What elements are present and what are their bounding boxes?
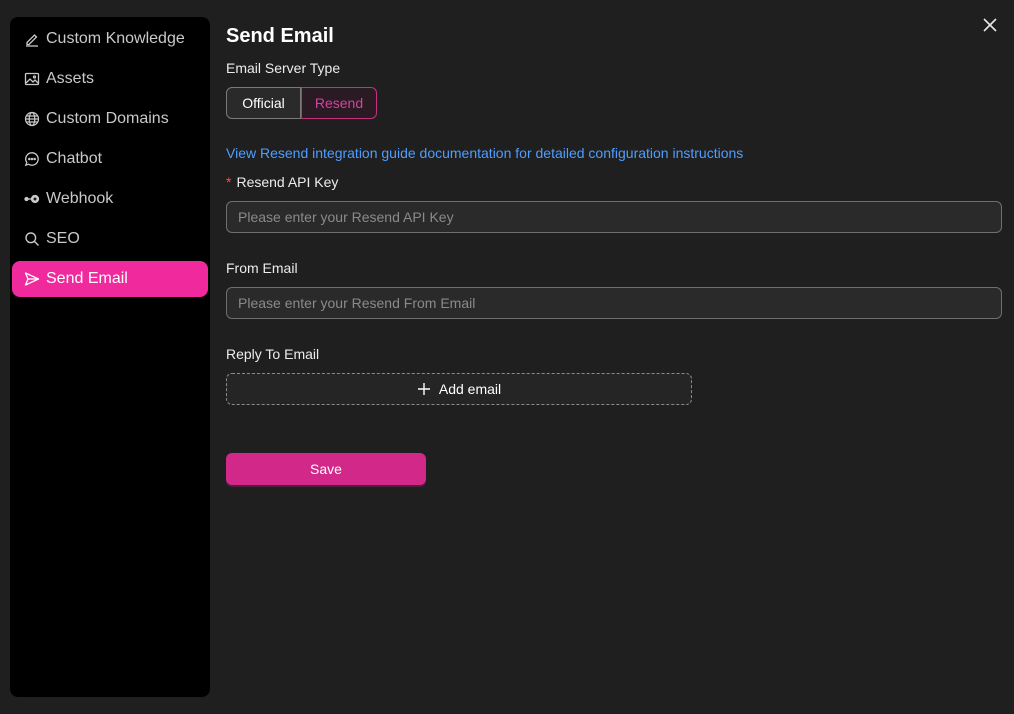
send-icon bbox=[23, 270, 41, 288]
sidebar-item-seo[interactable]: SEO bbox=[12, 221, 208, 257]
search-icon bbox=[23, 230, 41, 248]
image-icon bbox=[23, 70, 41, 88]
plus-icon bbox=[417, 382, 431, 396]
api-key-label: * Resend API Key bbox=[226, 174, 338, 190]
save-button[interactable]: Save bbox=[226, 453, 426, 485]
add-email-label: Add email bbox=[438, 381, 502, 397]
resend-guide-link[interactable]: View Resend integration guide documentat… bbox=[226, 145, 743, 161]
sidebar-item-label: Custom Domains bbox=[46, 110, 169, 127]
api-key-input[interactable] bbox=[226, 201, 1002, 233]
globe-icon bbox=[23, 110, 41, 128]
webhook-icon bbox=[23, 190, 41, 208]
sidebar-item-label: Send Email bbox=[46, 270, 128, 287]
sidebar-item-send-email[interactable]: Send Email bbox=[12, 261, 208, 297]
sidebar-item-custom-domains[interactable]: Custom Domains bbox=[12, 101, 208, 137]
required-mark: * bbox=[226, 174, 232, 190]
sidebar-item-chatbot[interactable]: Chatbot bbox=[12, 141, 208, 177]
sidebar-item-label: Chatbot bbox=[46, 150, 103, 167]
server-type-official-button[interactable]: Official bbox=[226, 87, 301, 119]
server-type-label: Email Server Type bbox=[226, 60, 341, 76]
sidebar-item-assets[interactable]: Assets bbox=[12, 61, 208, 97]
sidebar-item-label: Webhook bbox=[46, 190, 114, 207]
close-icon bbox=[983, 18, 997, 32]
from-email-label: From Email bbox=[226, 260, 298, 276]
sidebar-item-label: SEO bbox=[46, 230, 80, 247]
settings-sidebar: Custom Knowledge Assets Custom Domains C… bbox=[10, 17, 210, 697]
page-title: Send Email bbox=[226, 25, 334, 47]
sidebar-item-webhook[interactable]: Webhook bbox=[12, 181, 208, 217]
sidebar-item-label: Assets bbox=[46, 70, 95, 87]
add-email-button[interactable]: Add email bbox=[226, 373, 692, 405]
edit-icon bbox=[23, 30, 41, 48]
server-type-resend-button[interactable]: Resend bbox=[301, 87, 377, 119]
server-type-toggle: Official Resend bbox=[226, 87, 377, 119]
chat-icon bbox=[23, 150, 41, 168]
close-button[interactable] bbox=[980, 15, 1000, 35]
from-email-input[interactable] bbox=[226, 287, 1002, 319]
reply-to-label: Reply To Email bbox=[226, 346, 320, 362]
sidebar-item-label: Custom Knowledge bbox=[46, 30, 185, 47]
api-key-label-text: Resend API Key bbox=[236, 174, 339, 190]
sidebar-item-custom-knowledge[interactable]: Custom Knowledge bbox=[12, 21, 208, 57]
